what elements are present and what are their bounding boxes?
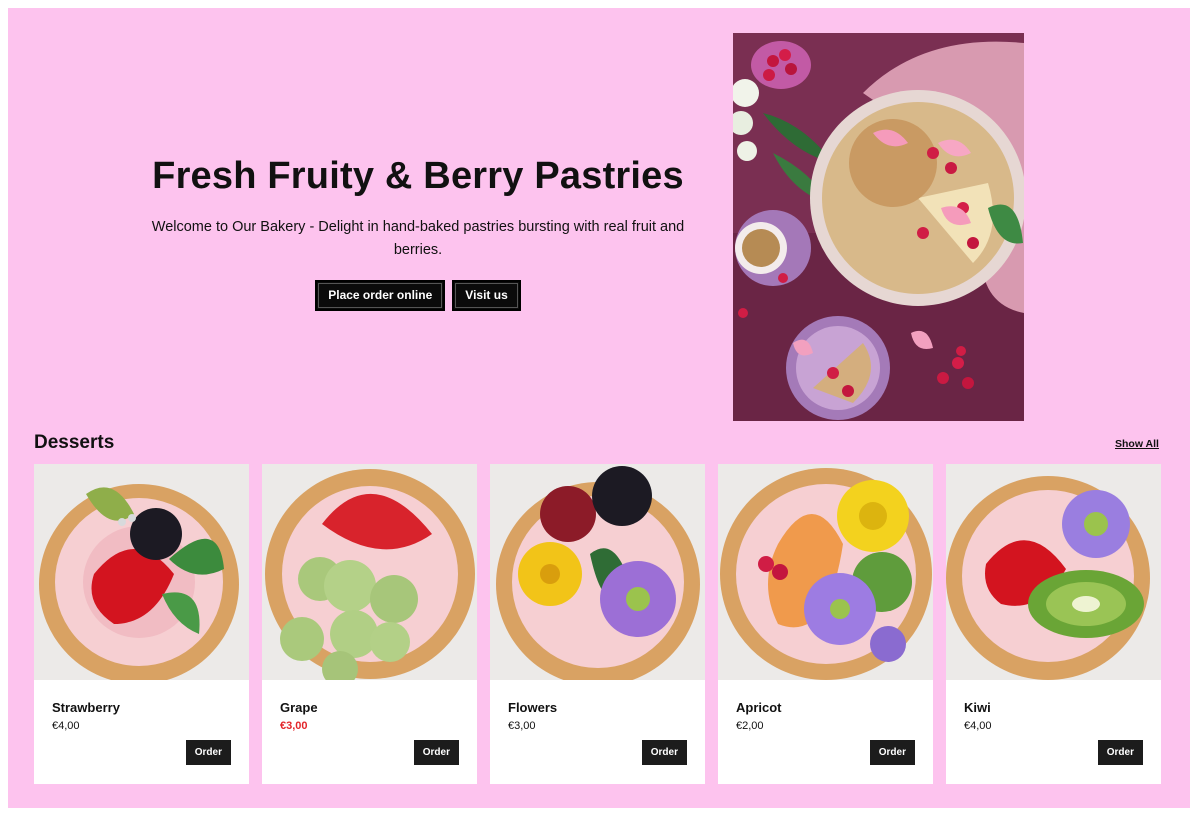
hero-title: Fresh Fruity & Berry Pastries (152, 155, 684, 197)
dessert-card-flowers: Flowers €3,00 Order (490, 464, 705, 784)
dessert-card-strawberry: Strawberry €4,00 Order (34, 464, 249, 784)
order-button[interactable]: Order (1097, 740, 1143, 765)
dessert-price: €2,00 (736, 720, 764, 732)
dessert-name: Strawberry (52, 700, 120, 715)
place-order-online-button[interactable]: Place order online (315, 280, 446, 311)
dessert-price: €4,00 (964, 720, 992, 732)
hero-buttons: Place order online Visit us (138, 280, 698, 311)
dessert-card-apricot: Apricot €2,00 Order (718, 464, 933, 784)
order-button[interactable]: Order (185, 740, 231, 765)
page-background: Fresh Fruity & Berry Pastries Welcome to… (8, 8, 1190, 808)
apricot-pastry-image (718, 464, 933, 680)
visit-us-button[interactable]: Visit us (452, 280, 521, 311)
order-button[interactable]: Order (641, 740, 687, 765)
dessert-cards: Strawberry €4,00 Order Grape €3,00 Order… (34, 464, 1161, 784)
dessert-price: €3,00 (508, 720, 536, 732)
flowers-pastry-image (490, 464, 705, 680)
grape-pastry-image (262, 464, 477, 680)
order-button[interactable]: Order (413, 740, 459, 765)
dessert-card-grape: Grape €3,00 Order (262, 464, 477, 784)
hero-image (733, 33, 1024, 421)
kiwi-pastry-image (946, 464, 1161, 680)
dessert-name: Grape (280, 700, 318, 715)
strawberry-pastry-image (34, 464, 249, 680)
dessert-name: Kiwi (964, 700, 991, 715)
dessert-name: Apricot (736, 700, 782, 715)
dessert-name: Flowers (508, 700, 558, 715)
hero-section: Fresh Fruity & Berry Pastries Welcome to… (138, 154, 698, 311)
hero-subtitle: Welcome to Our Bakery - Delight in hand-… (151, 219, 685, 258)
dessert-price: €3,00 (280, 720, 308, 732)
show-all-link[interactable]: Show All (1115, 438, 1159, 450)
order-button[interactable]: Order (869, 740, 915, 765)
dessert-price: €4,00 (52, 720, 80, 732)
dessert-card-kiwi: Kiwi €4,00 Order (946, 464, 1161, 784)
desserts-section-title: Desserts (34, 432, 115, 453)
